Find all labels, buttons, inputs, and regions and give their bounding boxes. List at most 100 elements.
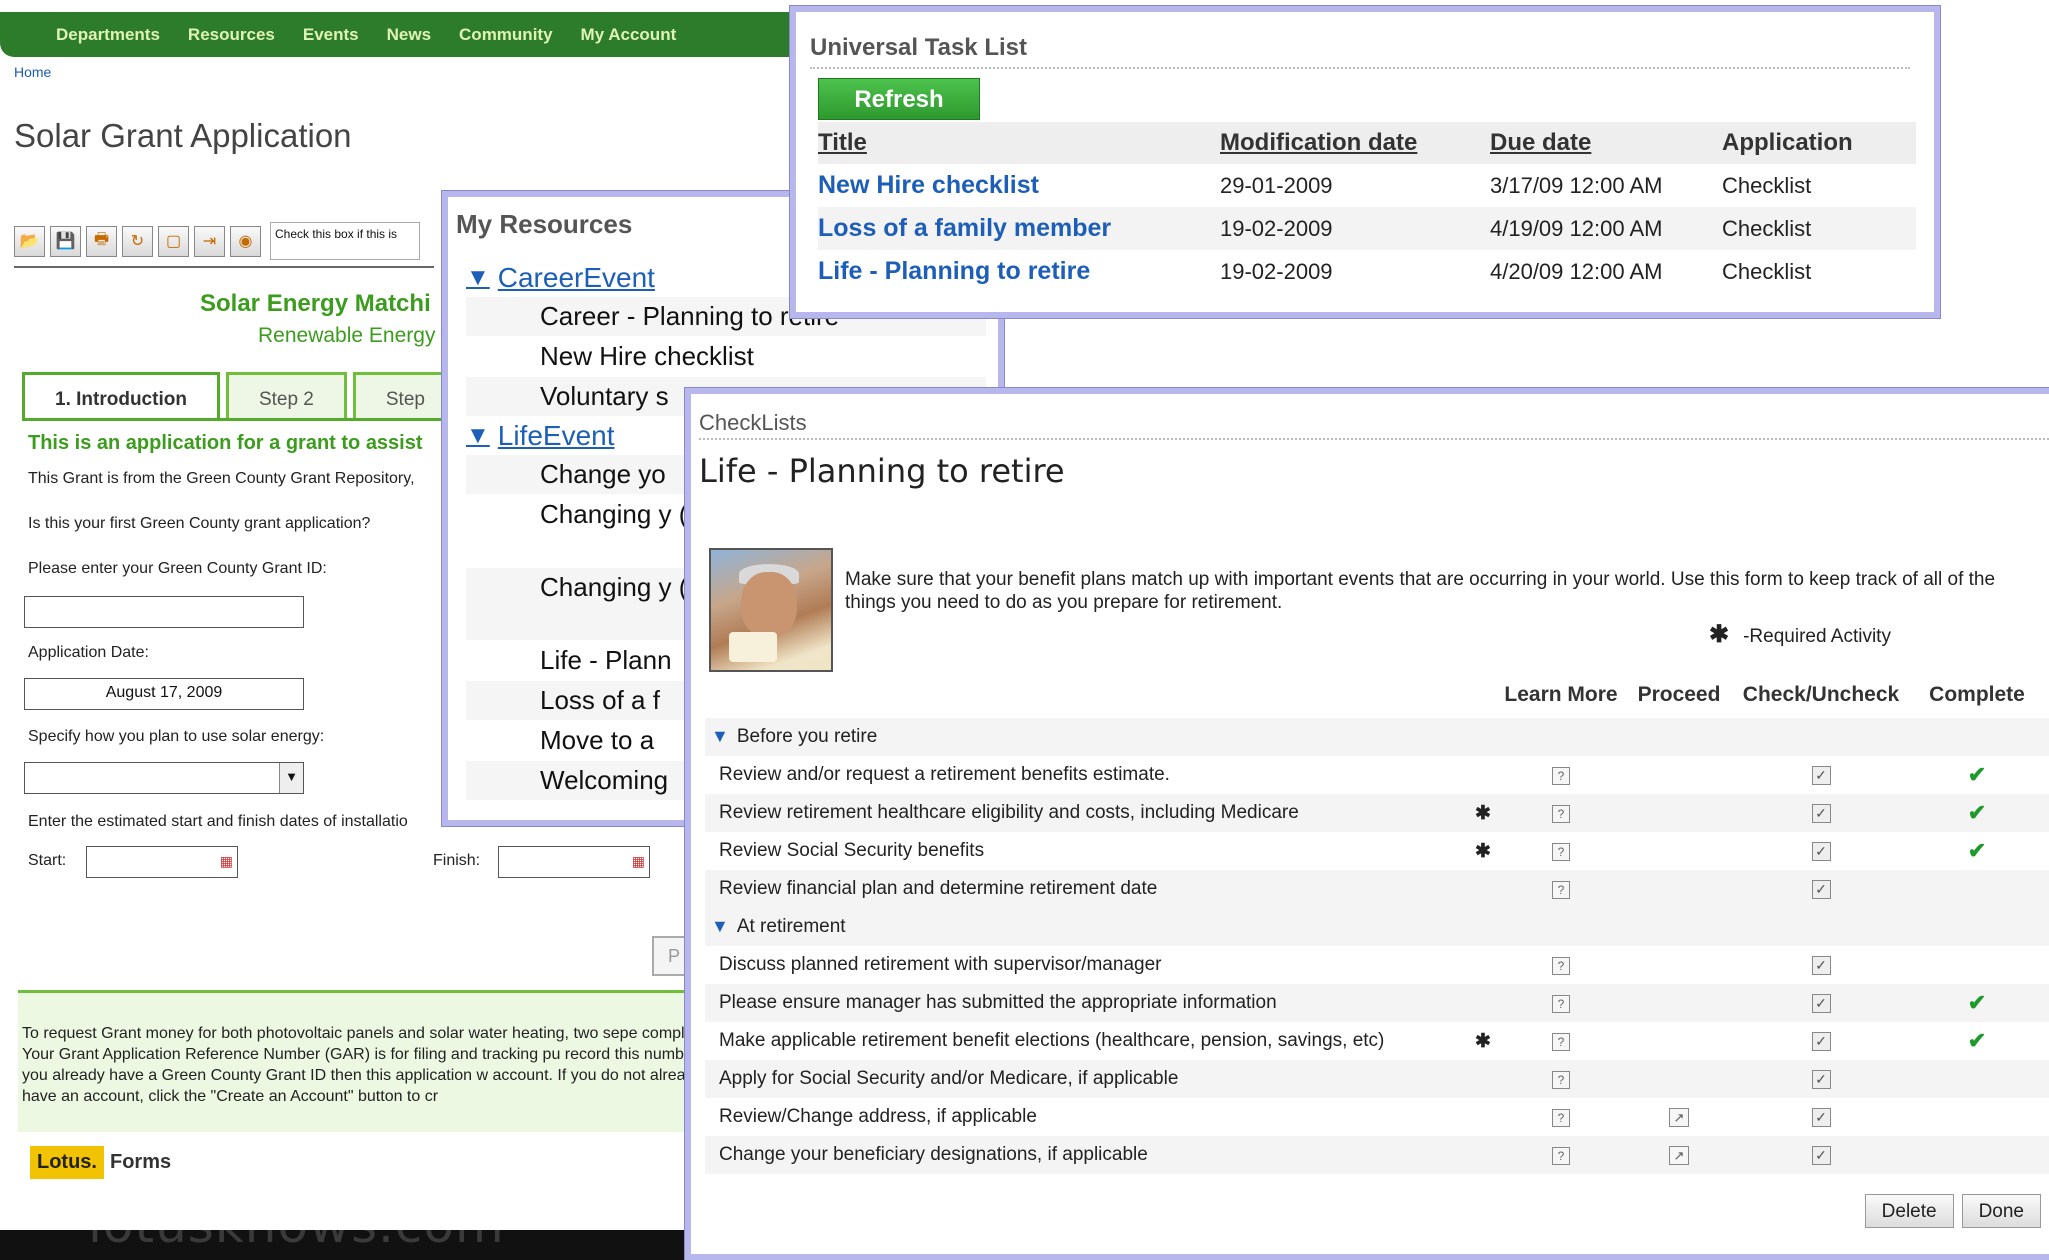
column-learn-more: Learn More	[1501, 672, 1621, 718]
delete-button[interactable]: Delete	[1864, 1194, 1954, 1228]
page-icon[interactable]: ▢	[158, 225, 189, 257]
modification-date: 19-02-2009	[1220, 258, 1333, 284]
help-icon[interactable]: ?	[1552, 957, 1570, 975]
section-row[interactable]: ▼ Before you retire	[705, 718, 2049, 756]
proceed-cell: ↗	[1621, 1136, 1737, 1174]
save-icon[interactable]: 💾	[50, 225, 81, 257]
table-row: New Hire checklist 29-01-2009 3/17/09 12…	[818, 164, 1916, 207]
check-toggle-checkbox[interactable]: ✓	[1811, 956, 1831, 975]
nav-events[interactable]: Events	[303, 25, 359, 45]
breadcrumb-home[interactable]: Home	[14, 64, 51, 80]
column-title[interactable]: Title	[818, 122, 1220, 164]
check-toggle-checkbox[interactable]: ✓	[1811, 1146, 1831, 1165]
nav-resources[interactable]: Resources	[188, 25, 275, 45]
help-icon[interactable]: ?	[1552, 1033, 1570, 1051]
refresh-icon[interactable]: ↻	[122, 225, 153, 257]
check-toggle-checkbox[interactable]: ✓	[1811, 766, 1831, 785]
app-date-input[interactable]: August 17, 2009	[24, 678, 304, 710]
help-icon[interactable]: ?	[1552, 843, 1570, 861]
proceed-cell	[1621, 1060, 1737, 1098]
calendar-icon[interactable]: ▦	[632, 853, 645, 870]
column-modification-date[interactable]: Modification date	[1220, 122, 1490, 164]
proceed-arrow-icon[interactable]: ↗	[1669, 1108, 1689, 1127]
complete-check-icon: ✔	[1967, 990, 1987, 1015]
solar-use-select[interactable]: ▼	[24, 762, 304, 794]
check-toggle-checkbox[interactable]: ✓	[1811, 842, 1831, 861]
section-cell[interactable]: ▼ At retirement	[705, 908, 2049, 946]
divider	[699, 438, 2049, 440]
submit-icon[interactable]: ◉	[230, 225, 261, 257]
check-toggle-checkbox[interactable]: ✓	[1811, 994, 1831, 1013]
check-cell: ✓	[1737, 946, 1905, 984]
category-label[interactable]: CareerEvent	[498, 262, 655, 294]
proceed-arrow-icon[interactable]: ↗	[1669, 1146, 1689, 1165]
task-text: Change your beneficiary designations, if…	[705, 1136, 1465, 1174]
learn-more-cell: ?	[1501, 1060, 1621, 1098]
help-icon[interactable]: ?	[1552, 805, 1570, 823]
print-icon[interactable]: 🖶	[86, 225, 117, 257]
expand-triangle-icon[interactable]: ▼	[466, 264, 490, 292]
help-icon[interactable]: ?	[1552, 995, 1570, 1013]
start-date-input[interactable]: ▦	[86, 846, 238, 878]
column-due-date[interactable]: Due date	[1490, 122, 1722, 164]
learn-more-cell: ?	[1501, 984, 1621, 1022]
nav-my-account[interactable]: My Account	[581, 25, 677, 45]
collapse-triangle-icon[interactable]: ▼	[711, 916, 729, 936]
nav-news[interactable]: News	[387, 25, 431, 45]
toolbar-checkbox-text[interactable]: Check this box if this is	[270, 222, 420, 260]
refresh-button[interactable]: Refresh	[818, 78, 980, 120]
check-toggle-checkbox[interactable]: ✓	[1811, 1108, 1831, 1127]
check-toggle-checkbox[interactable]: ✓	[1811, 1070, 1831, 1089]
open-icon[interactable]: 📂	[14, 225, 45, 257]
expand-triangle-icon[interactable]: ▼	[466, 422, 490, 450]
done-button[interactable]: Done	[1961, 1194, 2041, 1228]
start-label: Start:	[28, 852, 67, 869]
required-cell	[1465, 870, 1501, 908]
task-text: Apply for Social Security and/or Medicar…	[705, 1060, 1465, 1098]
complete-check-icon: ✔	[1967, 1028, 1987, 1053]
section-cell[interactable]: ▼ Before you retire	[705, 718, 2049, 756]
proceed-cell	[1621, 984, 1737, 1022]
help-icon[interactable]: ?	[1552, 1109, 1570, 1127]
check-toggle-checkbox[interactable]: ✓	[1811, 880, 1831, 899]
nav-community[interactable]: Community	[459, 25, 553, 45]
help-icon[interactable]: ?	[1552, 1147, 1570, 1165]
app-date-label: Application Date:	[28, 644, 149, 661]
task-text: Review retirement healthcare eligibility…	[705, 794, 1465, 832]
check-toggle-checkbox[interactable]: ✓	[1811, 1032, 1831, 1051]
proceed-cell	[1621, 946, 1737, 984]
collapse-triangle-icon[interactable]: ▼	[711, 726, 729, 746]
help-icon[interactable]: ?	[1552, 767, 1570, 785]
section-row[interactable]: ▼ At retirement	[705, 908, 2049, 946]
finish-date-input[interactable]: ▦	[498, 846, 650, 878]
grant-id-label: Please enter your Green County Grant ID:	[28, 560, 327, 577]
required-legend-text: -Required Activity	[1743, 626, 1891, 647]
check-cell: ✓	[1737, 794, 1905, 832]
task-title-link[interactable]: Life - Planning to retire	[818, 250, 1220, 293]
export-icon[interactable]: ⇥	[194, 225, 225, 257]
help-icon[interactable]: ?	[1552, 881, 1570, 899]
help-icon[interactable]: ?	[1552, 1071, 1570, 1089]
task-title-link[interactable]: Loss of a family member	[818, 207, 1220, 250]
complete-cell: ✔	[1905, 1022, 2049, 1060]
table-row: Review and/or request a retirement benef…	[705, 756, 2049, 794]
tab-step-2[interactable]: Step 2	[225, 372, 347, 418]
required-cell	[1465, 756, 1501, 794]
task-text: Review Social Security benefits	[719, 840, 985, 861]
tab-introduction[interactable]: 1. Introduction	[22, 372, 220, 418]
complete-check-icon: ✔	[1967, 762, 1987, 787]
learn-more-cell: ?	[1501, 1098, 1621, 1136]
grant-id-input[interactable]	[24, 596, 304, 628]
check-cell: ✓	[1737, 1022, 1905, 1060]
modification-date: 29-01-2009	[1220, 172, 1333, 198]
check-toggle-checkbox[interactable]: ✓	[1811, 804, 1831, 823]
application: Checklist	[1722, 172, 1812, 198]
nav-departments[interactable]: Departments	[56, 25, 160, 45]
task-title-link[interactable]: New Hire checklist	[818, 164, 1220, 207]
page-title: Solar Grant Application	[14, 117, 352, 154]
complete-cell	[1905, 1098, 2049, 1136]
category-label[interactable]: LifeEvent	[498, 420, 615, 452]
chevron-down-icon[interactable]: ▼	[279, 763, 303, 793]
resource-item[interactable]: New Hire checklist	[466, 337, 986, 376]
calendar-icon[interactable]: ▦	[220, 853, 233, 870]
